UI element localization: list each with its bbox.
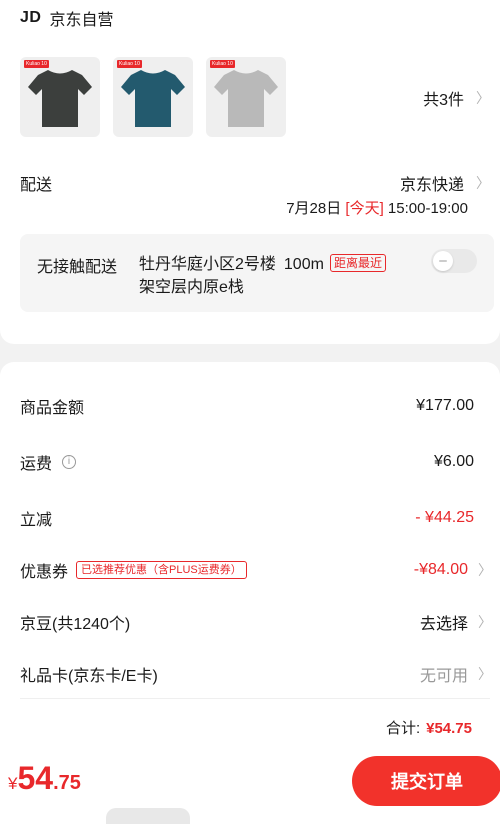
beans-action: 去选择	[419, 616, 468, 633]
total-value: ¥54.75	[426, 720, 472, 737]
product-thumbnail[interactable]: Kuliao 10	[113, 57, 193, 137]
jd-logo: JD	[20, 9, 42, 26]
shipping-method: 京东快递	[399, 177, 464, 194]
bottom-tab-shape	[106, 808, 190, 824]
address-line2: 架空层内原e栈	[139, 279, 244, 296]
checkout-bar: ¥54.75 提交订单	[0, 744, 500, 824]
discount-label: 立减	[20, 512, 53, 529]
beans-row[interactable]: 京豆(共1240个) 去选择〉	[20, 610, 492, 634]
contactless-delivery-panel: 无接触配送 牡丹华庭小区2号楼 100m 距离最近 架空层内原e栈	[20, 234, 494, 312]
product-tag: Kuliao 10	[210, 60, 235, 68]
address-line1: 牡丹华庭小区2号楼	[139, 256, 276, 273]
total-label: 合计:	[385, 720, 421, 737]
goods-amount-row: 商品金额 ¥177.00	[20, 394, 490, 418]
goods-amount-value: ¥177.00	[416, 397, 474, 414]
contactless-toggle[interactable]	[431, 249, 477, 273]
freight-row: 运费 i ¥6.00	[20, 450, 490, 474]
giftcard-row[interactable]: 礼品卡(京东卡/E卡) 无可用〉	[20, 662, 492, 686]
shop-header: JD 京东自营	[20, 6, 113, 30]
coupon-value: -¥84.00	[413, 561, 468, 578]
product-tag: Kuliao 10	[117, 60, 142, 68]
giftcard-value: 无可用	[419, 668, 468, 685]
contactless-label: 无接触配送	[37, 259, 118, 276]
today-label: [今天]	[345, 200, 384, 217]
order-summary-card: JD 京东自营 Kuliao 10 Kuliao 10 Kuliao 10 共3…	[0, 0, 500, 344]
payable-price: ¥54.75	[8, 760, 81, 797]
delivery-time[interactable]: 7月28日 [今天] 15:00-19:00	[286, 197, 468, 218]
submit-order-button[interactable]: 提交订单	[352, 756, 500, 806]
coupon-row[interactable]: 优惠券 已选推荐优惠（含PLUS运费券） -¥84.00 〉	[20, 558, 492, 582]
chevron-right-icon: 〉	[478, 614, 492, 630]
distance: 100m	[283, 256, 324, 273]
delivery-date: 7月28日	[286, 200, 342, 217]
discount-value: - ¥44.25	[415, 509, 474, 526]
discount-row: 立减 - ¥44.25	[20, 506, 490, 530]
goods-amount-label: 商品金额	[20, 400, 85, 417]
coupon-badge: 已选推荐优惠（含PLUS运费券）	[76, 561, 247, 579]
divider	[20, 698, 490, 699]
shipping-label: 配送	[20, 177, 53, 194]
freight-value: ¥6.00	[433, 453, 474, 470]
nearest-badge: 距离最近	[329, 254, 386, 272]
chevron-right-icon: 〉	[476, 175, 490, 191]
product-tag: Kuliao 10	[24, 60, 49, 68]
beans-label: 京豆(共1240个)	[20, 616, 131, 633]
chevron-right-icon: 〉	[476, 90, 490, 106]
shipping-method-selector[interactable]: 京东快递 〉	[400, 171, 490, 195]
price-decimal: .75	[53, 772, 81, 794]
chevron-right-icon: 〉	[478, 666, 492, 682]
shop-name: 京东自营	[49, 12, 114, 29]
product-thumbnail[interactable]: Kuliao 10	[206, 57, 286, 137]
giftcard-label: 礼品卡(京东卡/E卡)	[20, 668, 158, 685]
freight-label: 运费	[20, 456, 53, 473]
total-summary: 合计: ¥54.75	[386, 717, 472, 738]
pickup-address: 牡丹华庭小区2号楼 100m 距离最近 架空层内原e栈	[139, 253, 439, 299]
info-icon[interactable]: i	[62, 455, 77, 469]
price-integer: 54	[17, 760, 54, 796]
product-thumbnail[interactable]: Kuliao 10	[20, 57, 100, 137]
chevron-right-icon: 〉	[478, 562, 492, 578]
coupon-label: 优惠券	[20, 564, 69, 581]
delivery-window: 15:00-19:00	[387, 200, 468, 217]
tshirt-icon	[214, 70, 278, 127]
tshirt-icon	[28, 70, 92, 127]
product-count: 共3件	[423, 92, 464, 109]
tshirt-icon	[121, 70, 185, 127]
product-thumbnails[interactable]: Kuliao 10 Kuliao 10 Kuliao 10	[20, 57, 286, 137]
product-count-link[interactable]: 共3件 〉	[423, 86, 490, 110]
toggle-knob	[433, 251, 453, 271]
